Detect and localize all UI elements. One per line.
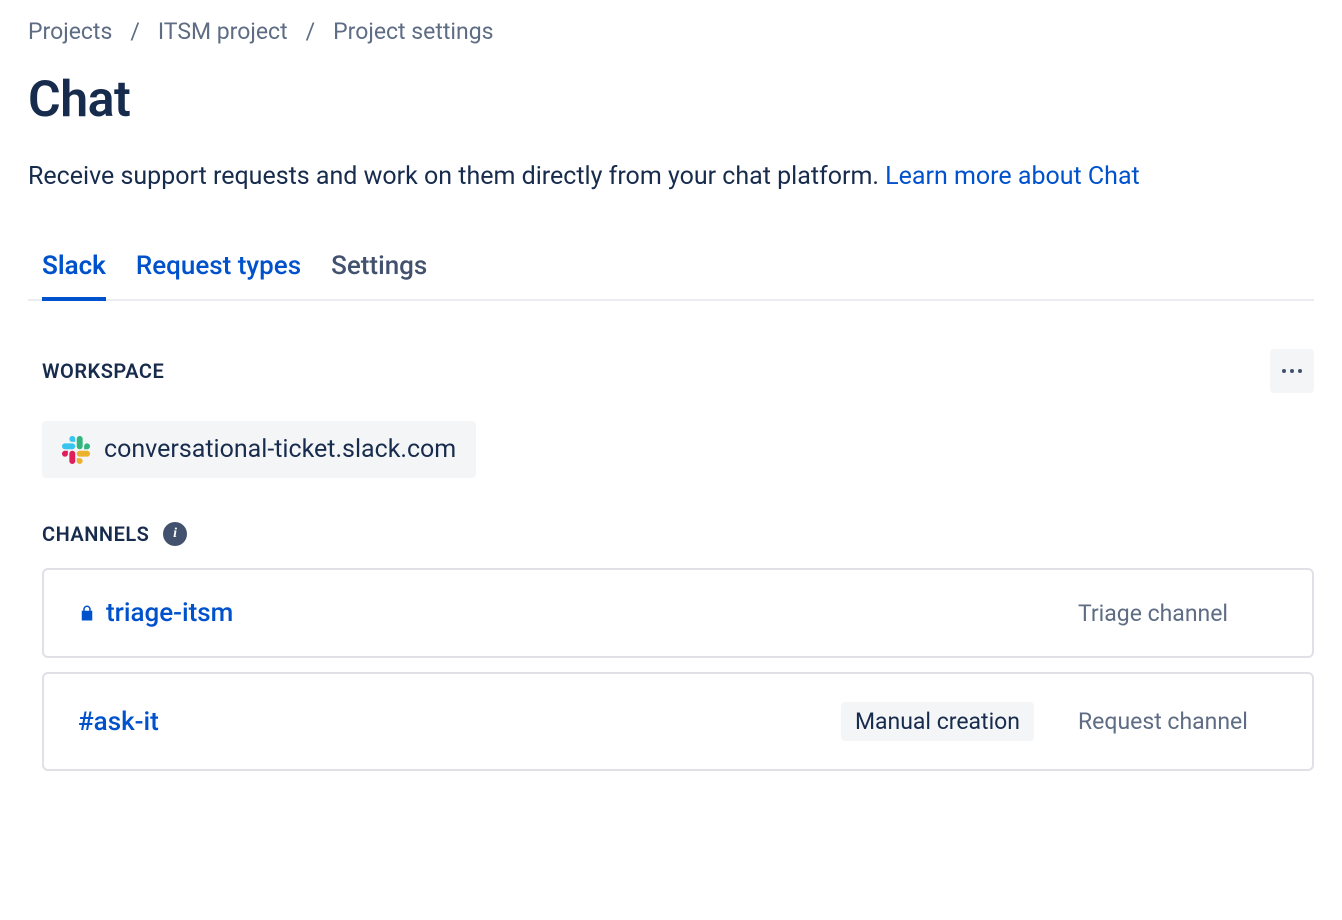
workspace-section-header: WORKSPACE [28,349,1314,393]
breadcrumb: Projects / ITSM project / Project settin… [28,18,1314,45]
workspace-chip[interactable]: conversational-ticket.slack.com [42,421,476,478]
tab-request-types[interactable]: Request types [136,251,301,301]
learn-more-link[interactable]: Learn more about Chat [885,162,1140,191]
tab-settings[interactable]: Settings [331,251,427,301]
workspace-url: conversational-ticket.slack.com [104,435,456,464]
channel-link-ask-it[interactable]: #ask-it [78,707,159,737]
channel-type-label: Triage channel [1078,600,1278,627]
slack-icon [62,436,90,464]
channel-card-triage-itsm: triage-itsm Triage channel [42,568,1314,658]
tabs-container: Slack Request types Settings [28,251,1314,301]
workspace-section-label: WORKSPACE [42,359,164,383]
channels-section-label: CHANNELS [42,522,149,546]
channel-link-triage-itsm[interactable]: triage-itsm [106,598,233,628]
breadcrumb-itsm-project[interactable]: ITSM project [158,18,288,45]
page-title: Chat [28,71,1314,129]
breadcrumb-project-settings[interactable]: Project settings [333,18,493,45]
more-actions-button[interactable] [1270,349,1314,393]
page-description: Receive support requests and work on the… [28,159,1314,195]
tab-slack[interactable]: Slack [42,251,106,301]
breadcrumb-separator: / [306,18,316,45]
lock-icon [78,602,96,624]
manual-creation-badge: Manual creation [841,702,1034,741]
breadcrumb-separator: / [130,18,140,45]
channel-type-label: Request channel [1078,708,1278,735]
description-text: Receive support requests and work on the… [28,162,885,191]
info-icon[interactable]: i [163,522,187,546]
channels-section-header: CHANNELS i [28,522,1314,546]
breadcrumb-projects[interactable]: Projects [28,18,112,45]
channels-list: triage-itsm Triage channel #ask-it Manua… [28,568,1314,771]
channel-card-ask-it: #ask-it Manual creation Request channel [42,672,1314,771]
